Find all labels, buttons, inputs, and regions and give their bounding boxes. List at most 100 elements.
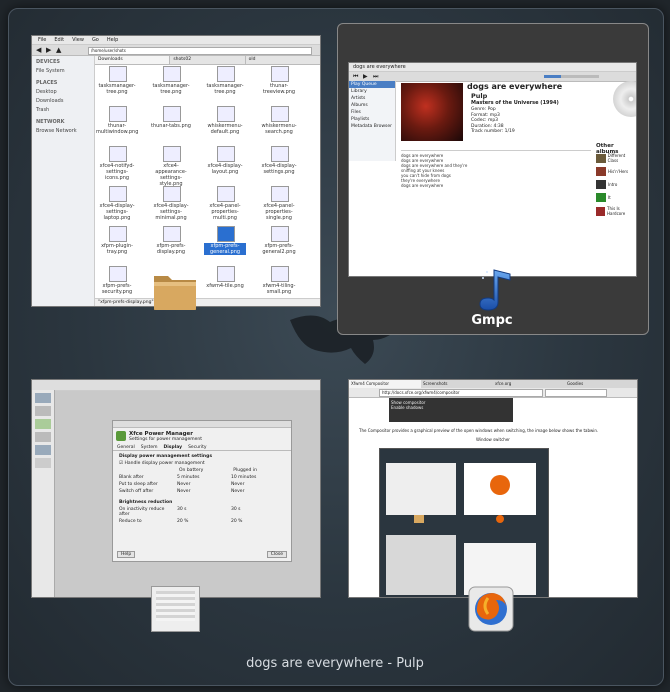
menu-file[interactable]: File: [38, 36, 46, 44]
file-thumbnail[interactable]: [271, 106, 289, 122]
tab-compositor[interactable]: Xfwm4 Compositor: [349, 380, 421, 388]
prev-icon[interactable]: ⏮: [353, 73, 358, 81]
gmpc-tabs-row: [401, 145, 591, 151]
window-thumbnail-firefox[interactable]: Xfwm4 Compositor Screenshots xfce.org Go…: [348, 379, 638, 598]
file-thumbnail[interactable]: [271, 146, 289, 162]
sidebar-item-desktop[interactable]: Desktop: [36, 89, 90, 95]
tab-shots02[interactable]: shots02: [170, 56, 246, 64]
slider[interactable]: 10 minutes: [231, 475, 256, 480]
file-thumbnail[interactable]: [217, 66, 235, 82]
file-thumbnail[interactable]: [163, 66, 181, 82]
side-play-queue[interactable]: Play Queue: [349, 81, 395, 88]
play-icon[interactable]: ▶: [363, 73, 368, 80]
tab-screenshots[interactable]: Screenshots: [421, 380, 493, 388]
tab-old[interactable]: old: [246, 56, 320, 64]
file-thumbnail[interactable]: [109, 186, 127, 202]
path-bar[interactable]: /home/user/shots: [88, 47, 312, 55]
side-albums[interactable]: Albums: [349, 102, 395, 109]
window-thumbnail-gmpc[interactable]: dogs are everywhere ⏮ ▶ ⏭ Play Queue Lib…: [348, 62, 637, 277]
sidebar-item-trash[interactable]: Trash: [36, 107, 90, 113]
thunar-toolbar: ◀ ▶ ▲ /home/user/shots: [32, 45, 320, 56]
side-library[interactable]: Library: [349, 88, 395, 95]
other-album-item[interactable]: It: [596, 193, 636, 202]
menu-view[interactable]: View: [72, 36, 84, 44]
thunar-menubar: File Edit View Go Help: [32, 36, 320, 45]
other-album-item[interactable]: This Is Hardcore: [596, 206, 636, 216]
file-thumbnail[interactable]: [163, 146, 181, 162]
file-thumbnail[interactable]: [217, 186, 235, 202]
sidebar-item-filesystem[interactable]: File System: [36, 68, 90, 74]
file-label: xfpm-prefs-display.png: [156, 243, 186, 255]
search-bar[interactable]: [545, 389, 607, 397]
section-display: Display power management settings: [119, 454, 213, 459]
file-thumbnail[interactable]: [217, 146, 235, 162]
slider[interactable]: Never: [177, 482, 225, 487]
other-album-item[interactable]: Intro: [596, 180, 636, 189]
back-icon[interactable]: ◀: [36, 46, 41, 54]
file-thumbnail[interactable]: [217, 106, 235, 122]
file-label: tasksmanager-tree.png: [206, 83, 244, 95]
file-thumbnail[interactable]: [109, 226, 127, 242]
thunar-sidebar: DEVICES File System PLACES Desktop Downl…: [32, 56, 95, 306]
up-icon[interactable]: ▲: [56, 46, 61, 54]
file-label: xfpm-prefs-general.png: [204, 243, 246, 255]
slider[interactable]: Never: [231, 482, 244, 487]
side-files[interactable]: Files: [349, 109, 395, 116]
file-thumbnail[interactable]: [271, 186, 289, 202]
file-thumbnail[interactable]: [271, 266, 289, 282]
seek-slider[interactable]: [544, 75, 599, 78]
file-thumbnail[interactable]: [163, 106, 181, 122]
other-album-item[interactable]: His'n'Hers: [596, 167, 636, 176]
album-cover: [401, 83, 463, 141]
handle-display-checkbox[interactable]: ☑ Handle display power management: [119, 461, 285, 466]
forward-icon[interactable]: ▶: [46, 46, 51, 54]
file-thumbnail[interactable]: [109, 146, 127, 162]
file-thumbnail[interactable]: [217, 226, 235, 242]
file-thumbnail[interactable]: [217, 266, 235, 282]
slider[interactable]: Never: [177, 489, 225, 494]
tab-display[interactable]: Display: [164, 445, 183, 450]
file-label: xfce4-notifyd-settings-icons.png: [99, 163, 135, 181]
sidebar-item-downloads[interactable]: Downloads: [36, 98, 90, 104]
thunar-tabbar: Downloads shots02 old: [95, 56, 320, 65]
tab-system[interactable]: System: [141, 445, 158, 450]
close-button[interactable]: Close: [266, 551, 287, 558]
menu-edit[interactable]: Edit: [54, 36, 64, 44]
side-metadata[interactable]: Metadata Browser: [349, 123, 395, 130]
url-bar[interactable]: http://docs.xfce.org/xfwm4/compositor: [379, 389, 543, 397]
window-thumbnail-thunar[interactable]: File Edit View Go Help ◀ ▶ ▲ /home/user/…: [31, 35, 321, 307]
file-label: xfce4-display-settings-laptop.png: [99, 203, 135, 221]
slider[interactable]: Never: [231, 489, 244, 494]
thumbnail-strip: [32, 390, 55, 597]
slider[interactable]: 5 minutes: [177, 475, 225, 480]
file-thumbnail[interactable]: [163, 226, 181, 242]
gmpc-titlebar: dogs are everywhere: [349, 63, 636, 72]
tab-security[interactable]: Security: [188, 445, 206, 450]
side-artists[interactable]: Artists: [349, 95, 395, 102]
menu-go[interactable]: Go: [92, 36, 99, 44]
thunar-file-grid: tasksmanager-tree.png tasksmanager-tree.p…: [95, 66, 316, 298]
network-header: NETWORK: [36, 119, 65, 125]
help-button[interactable]: Help: [117, 551, 136, 558]
next-icon[interactable]: ⏭: [373, 73, 378, 81]
tab-goodies[interactable]: Goodies: [565, 380, 637, 388]
nested-switcher-screenshot: [379, 448, 549, 597]
other-album-item[interactable]: Different Class: [596, 153, 636, 163]
side-playlists[interactable]: Playlists: [349, 116, 395, 123]
sidebar-item-network[interactable]: Browse Network: [36, 128, 90, 134]
file-thumbnail[interactable]: [109, 106, 127, 122]
file-label: tasksmanager-tree.png: [98, 83, 136, 95]
menu-help[interactable]: Help: [107, 36, 118, 44]
file-thumbnail[interactable]: [271, 226, 289, 242]
selected-app-name: Gmpc: [471, 313, 513, 328]
file-thumbnail[interactable]: [271, 66, 289, 82]
file-thumbnail[interactable]: [163, 186, 181, 202]
file-thumbnail[interactable]: [109, 266, 127, 282]
battery-icon: [116, 431, 126, 441]
tab-xfce[interactable]: xfce.org: [493, 380, 565, 388]
tab-general[interactable]: General: [117, 445, 135, 450]
tab-downloads[interactable]: Downloads: [95, 56, 171, 64]
file-thumbnail[interactable]: [109, 66, 127, 82]
window-thumbnail-power-manager[interactable]: Xfce Power Manager Settings for power ma…: [31, 379, 321, 598]
file-label: thunar-treeview.png: [262, 83, 296, 95]
